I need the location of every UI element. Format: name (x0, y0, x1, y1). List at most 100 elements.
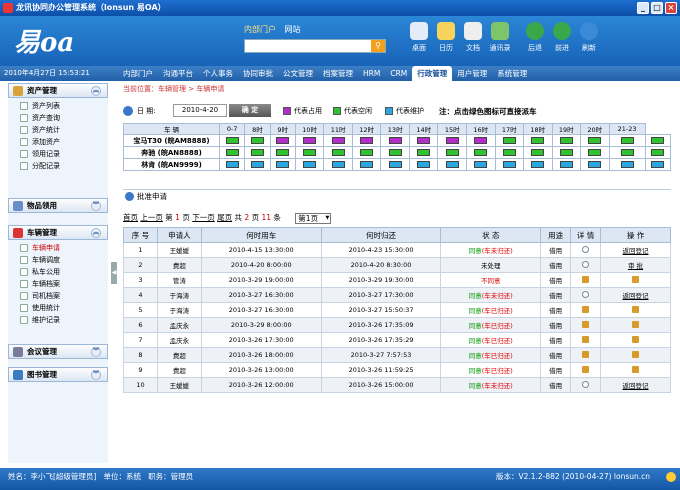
free-slot-icon[interactable] (331, 149, 345, 156)
confirm-button[interactable]: 确 定 (229, 104, 271, 117)
return-register-link[interactable]: 返回登记 (623, 382, 649, 390)
free-slot-icon[interactable] (303, 149, 317, 156)
next-page-link[interactable]: 下一页 (192, 213, 215, 222)
free-slot-icon[interactable] (360, 149, 374, 156)
free-slot-icon[interactable] (225, 149, 239, 156)
sidebar-item-asset-stats[interactable]: 资产统计 (18, 124, 108, 136)
date-input[interactable]: 2010-4-20 (173, 104, 227, 117)
info-icon[interactable] (666, 472, 676, 482)
lock-icon[interactable] (582, 335, 590, 343)
applicant: 费超 (156, 257, 202, 273)
sidebar-toggle[interactable]: ◀ (111, 262, 117, 284)
maintenance-slot-icon (445, 161, 459, 168)
current-datetime: 2010年4月27日 15:53:21 (4, 69, 90, 77)
document-button[interactable]: 文档 (460, 22, 486, 53)
menu-item[interactable]: CRM (385, 66, 412, 81)
lock-icon[interactable] (582, 365, 590, 373)
minimize-button[interactable]: _ (637, 2, 649, 14)
magnifier-icon[interactable] (582, 260, 590, 268)
sidebar-item-vehicle-dispatch[interactable]: 车辆调度 (18, 254, 108, 266)
sidebar-item-usage-record[interactable]: 领用记录 (18, 148, 108, 160)
menu-item[interactable]: 沟通平台 (158, 66, 198, 81)
menu-item[interactable]: 协同审批 (238, 66, 278, 81)
collapse-up-icon[interactable]: ︽ (91, 86, 101, 96)
close-button[interactable]: × (665, 2, 677, 14)
back-button[interactable]: 后退 (522, 22, 548, 53)
magnifier-icon[interactable] (582, 380, 590, 388)
free-slot-icon[interactable] (559, 149, 573, 156)
menu-item[interactable]: 公文管理 (278, 66, 318, 81)
lock-icon[interactable] (582, 275, 590, 283)
free-slot-icon[interactable] (531, 149, 545, 156)
menu-item[interactable]: 系统管理 (492, 66, 532, 81)
sidebar-item-usage-stats[interactable]: 使用统计 (18, 302, 108, 314)
expand-down-icon[interactable]: ︾ (91, 201, 101, 211)
panel-goods[interactable]: 物品领用 ︾ (8, 198, 108, 213)
last-page-link[interactable]: 尾页 (217, 213, 232, 222)
panel-books[interactable]: 图书管理 ︾ (8, 367, 108, 382)
free-slot-icon[interactable] (620, 149, 634, 156)
forward-button[interactable]: 前进 (549, 22, 575, 53)
magnifier-icon[interactable] (582, 290, 590, 298)
desktop-button[interactable]: 桌面 (406, 22, 432, 53)
sidebar-item-asset-list[interactable]: 资产列表 (18, 100, 108, 112)
sidebar-item-maintenance[interactable]: 维护记录 (18, 314, 108, 326)
first-page-link[interactable]: 首页 (123, 213, 138, 222)
magnifier-icon[interactable] (582, 245, 590, 253)
free-slot-icon[interactable] (531, 137, 545, 144)
sidebar-item-assign-record[interactable]: 分配记录 (18, 160, 108, 172)
free-slot-icon[interactable] (388, 149, 402, 156)
free-slot-icon[interactable] (559, 137, 573, 144)
calendar-button[interactable]: 日历 (433, 22, 459, 53)
portal-tab-intranet[interactable]: 内部门户 (244, 25, 276, 34)
free-slot-icon[interactable] (651, 137, 665, 144)
free-slot-icon[interactable] (588, 149, 602, 156)
portal-tab-website[interactable]: 网站 (285, 25, 301, 34)
search-input[interactable]: ⚲ (244, 39, 386, 53)
menu-item[interactable]: 个人事务 (198, 66, 238, 81)
lock-icon[interactable] (582, 320, 590, 328)
prev-page-link[interactable]: 上一页 (140, 213, 163, 222)
lock-icon[interactable] (582, 305, 590, 313)
return-register-link[interactable]: 返回登记 (623, 292, 649, 300)
menu-item[interactable]: 档案管理 (318, 66, 358, 81)
free-slot-icon[interactable] (502, 149, 516, 156)
sidebar-item-add-asset[interactable]: 添加资产 (18, 136, 108, 148)
free-slot-icon[interactable] (588, 137, 602, 144)
sidebar-item-vehicle-archive[interactable]: 车辆档案 (18, 278, 108, 290)
maximize-button[interactable]: □ (651, 2, 663, 14)
lock-icon[interactable] (582, 350, 590, 358)
return-register-link[interactable]: 返回登记 (623, 247, 649, 255)
free-slot-icon[interactable] (502, 137, 516, 144)
collapse-up-icon[interactable]: ︽ (91, 228, 101, 238)
free-slot-icon[interactable] (250, 149, 264, 156)
refresh-button[interactable]: 刷新 (576, 22, 602, 53)
lock-icon (632, 275, 640, 283)
free-slot-icon[interactable] (250, 137, 264, 144)
free-slot-icon[interactable] (445, 149, 459, 156)
approve-link[interactable]: 审 批 (628, 262, 643, 270)
free-slot-icon[interactable] (651, 149, 665, 156)
sidebar-item-private-car[interactable]: 私车公用 (18, 266, 108, 278)
panel-meeting[interactable]: 会议管理 ︾ (8, 344, 108, 359)
free-slot-icon[interactable] (276, 149, 290, 156)
search-icon[interactable]: ⚲ (371, 40, 385, 52)
free-slot-icon[interactable] (474, 149, 488, 156)
free-slot-icon[interactable] (225, 137, 239, 144)
free-slot-icon[interactable] (620, 137, 634, 144)
schedule-cell (465, 134, 496, 147)
menu-item[interactable]: HRM (358, 66, 385, 81)
expand-down-icon[interactable]: ︾ (91, 370, 101, 380)
sidebar-item-driver-archive[interactable]: 司机档案 (18, 290, 108, 302)
contacts-button[interactable]: 通讯录 (487, 22, 513, 53)
panel-asset[interactable]: 资产管理 ︽ (8, 83, 108, 98)
free-slot-icon[interactable] (417, 149, 431, 156)
sidebar-item-asset-search[interactable]: 资产查询 (18, 112, 108, 124)
page-select[interactable]: 第1页 (295, 212, 332, 224)
menu-item-active[interactable]: 行政管理 (412, 66, 453, 81)
expand-down-icon[interactable]: ︾ (91, 347, 101, 357)
panel-vehicle[interactable]: 车辆管理 ︽ (8, 225, 108, 240)
menu-item[interactable]: 用户管理 (452, 66, 492, 81)
menu-item[interactable]: 内部门户 (118, 66, 158, 81)
sidebar-item-vehicle-apply[interactable]: 车辆申请 (18, 242, 108, 254)
